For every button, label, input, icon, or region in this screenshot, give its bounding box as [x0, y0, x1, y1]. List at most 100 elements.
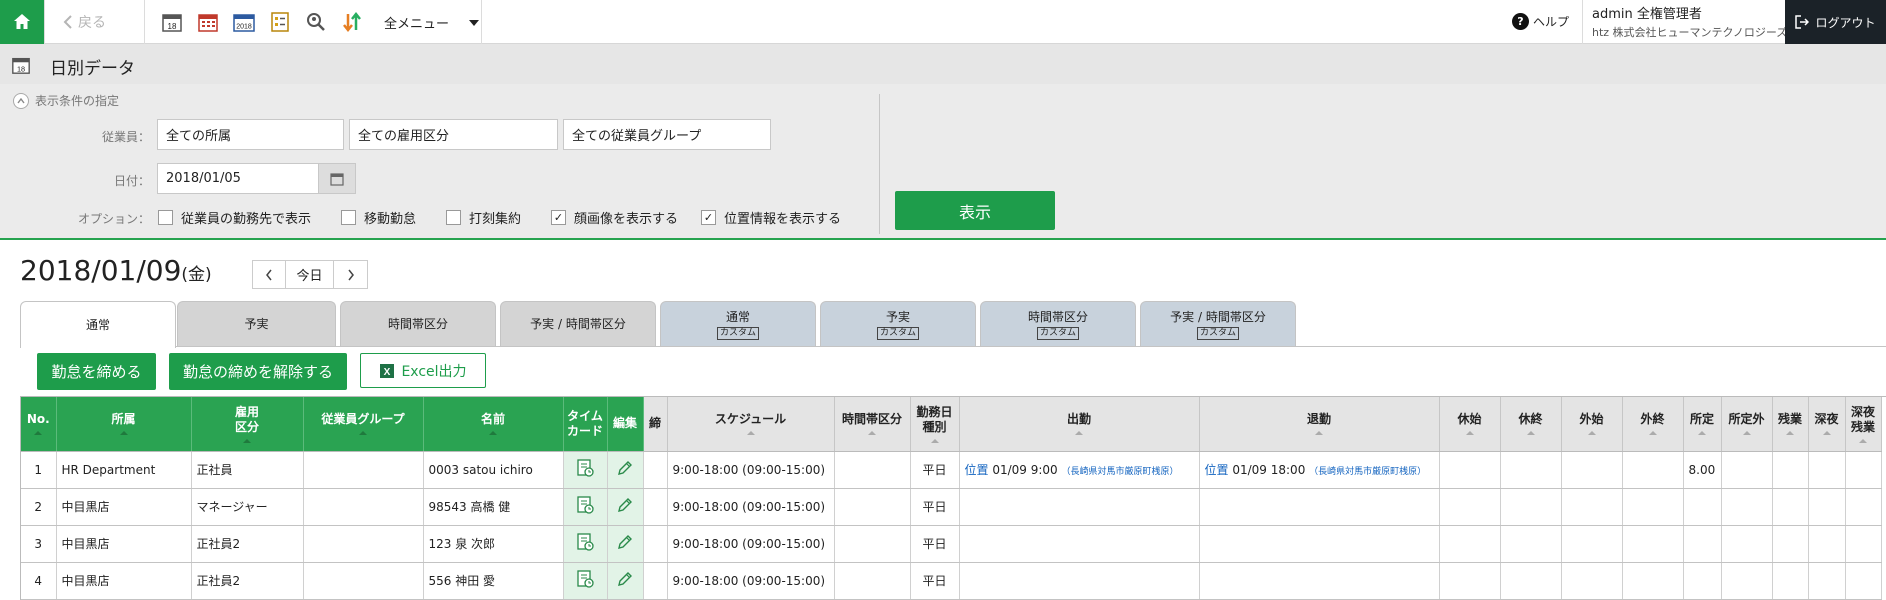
column-header-employee-group[interactable]: 従業員グループ: [303, 397, 424, 452]
edit-pencil-icon[interactable]: [616, 533, 634, 551]
column-header-late-night[interactable]: 深夜: [1808, 397, 1846, 452]
column-header-timecard[interactable]: タイム カード: [563, 397, 608, 452]
sort-icon[interactable]: [1315, 431, 1323, 436]
sort-icon[interactable]: [1075, 431, 1083, 436]
column-header-edit[interactable]: 編集: [607, 397, 644, 452]
excel-export-button[interactable]: X Excel出力: [360, 353, 486, 388]
sort-icon[interactable]: [119, 431, 128, 436]
tab-4[interactable]: 通常 カスタム: [660, 301, 816, 347]
prev-day-button[interactable]: [253, 261, 286, 288]
sort-icon[interactable]: [34, 431, 43, 436]
checkbox[interactable]: [341, 210, 356, 225]
column-header-employment-type[interactable]: 雇用 区分: [191, 397, 304, 452]
timecard-icon[interactable]: [575, 495, 595, 515]
column-header-overtime[interactable]: 残業: [1772, 397, 1809, 452]
edit-pencil-icon[interactable]: [616, 496, 634, 514]
column-header-department[interactable]: 所属: [56, 397, 192, 452]
sort-icon[interactable]: [930, 438, 939, 443]
clock-in-cell[interactable]: 位置 01/09 9:00 （長崎県対馬市厳原町桟原）: [959, 451, 1200, 489]
timecard-cell[interactable]: [563, 488, 608, 526]
help-link[interactable]: ? ヘルプ: [1512, 13, 1569, 30]
column-header-clock-out[interactable]: 退勤: [1199, 397, 1440, 452]
today-button[interactable]: 今日: [286, 261, 334, 288]
edit-pencil-icon[interactable]: [616, 459, 634, 477]
timecard-icon[interactable]: [575, 458, 595, 478]
column-header-schedule[interactable]: スケジュール: [667, 397, 835, 452]
option-show-location[interactable]: ✓ 位置情報を表示する: [701, 208, 841, 227]
home-button[interactable]: [0, 0, 44, 44]
timecard-icon[interactable]: [575, 569, 595, 589]
tab-6[interactable]: 時間帯区分 カスタム: [980, 301, 1136, 347]
column-header-non-fixed[interactable]: 所定外: [1721, 397, 1773, 452]
option-show-face-image[interactable]: ✓ 顔画像を表示する: [551, 208, 678, 227]
sort-icon[interactable]: [243, 438, 251, 443]
column-header-break-end[interactable]: 休終: [1500, 397, 1562, 452]
column-header-fixed[interactable]: 所定: [1683, 397, 1722, 452]
next-day-button[interactable]: [334, 261, 367, 288]
edit-cell[interactable]: [607, 451, 644, 489]
column-header-no[interactable]: No.: [21, 397, 57, 452]
search-person-icon[interactable]: [305, 11, 327, 33]
calendar-day-icon[interactable]: 18: [161, 11, 183, 33]
timecard-cell[interactable]: [563, 562, 608, 600]
option-show-workplace[interactable]: 従業員の勤務先で表示: [158, 208, 311, 227]
timecard-cell[interactable]: [563, 525, 608, 563]
timecard-icon[interactable]: [575, 532, 595, 552]
clock-out-cell[interactable]: 位置 01/09 18:00 （長崎県対馬市厳原町桟原）: [1199, 451, 1440, 489]
option-move-attendance[interactable]: 移動勤怠: [341, 208, 416, 227]
sort-icon[interactable]: [489, 431, 497, 436]
sort-icon[interactable]: [868, 431, 876, 436]
sort-icon[interactable]: [1742, 431, 1751, 436]
sort-icon[interactable]: [1526, 431, 1535, 436]
calendar-year-icon[interactable]: 2018: [233, 11, 255, 33]
department-select[interactable]: 全ての所属: [157, 119, 344, 150]
column-header-name[interactable]: 名前: [423, 397, 564, 452]
tab-7[interactable]: 予実 / 時間帯区分 カスタム: [1140, 301, 1296, 347]
employee-group-select[interactable]: 全ての従業員グループ: [563, 119, 771, 150]
sort-icon[interactable]: [359, 431, 367, 436]
show-button[interactable]: 表示: [895, 191, 1055, 230]
tab-0[interactable]: 通常: [20, 301, 176, 348]
sort-icon[interactable]: [1465, 431, 1474, 436]
sort-icon[interactable]: [1648, 431, 1657, 436]
checkbox-checked[interactable]: ✓: [551, 210, 566, 225]
conditions-toggle[interactable]: 表示条件の指定: [13, 92, 119, 109]
column-header-clock-in[interactable]: 出勤: [959, 397, 1200, 452]
column-header-out-end[interactable]: 外終: [1622, 397, 1684, 452]
timecard-cell[interactable]: [563, 451, 608, 489]
date-input[interactable]: 2018/01/05: [157, 163, 319, 194]
tab-3[interactable]: 予実 / 時間帯区分: [500, 301, 656, 347]
sort-icon[interactable]: [1786, 431, 1794, 436]
calendar-picker-button[interactable]: [318, 163, 356, 194]
employment-type-select[interactable]: 全ての雇用区分: [349, 119, 558, 150]
checkbox[interactable]: [446, 210, 461, 225]
checkbox-checked[interactable]: ✓: [701, 210, 716, 225]
unclose-attendance-button[interactable]: 勤怠の締めを解除する: [169, 353, 347, 390]
logout-button[interactable]: ログアウト: [1785, 0, 1886, 44]
sort-icon[interactable]: [1859, 438, 1867, 443]
checklist-icon[interactable]: [269, 11, 291, 33]
tab-5[interactable]: 予実 カスタム: [820, 301, 976, 347]
calendar-month-icon[interactable]: [197, 11, 219, 33]
option-stamp-aggregate[interactable]: 打刻集約: [446, 208, 521, 227]
edit-cell[interactable]: [607, 525, 644, 563]
sort-icon[interactable]: [1822, 431, 1831, 436]
column-header-time-zone[interactable]: 時間帯区分: [834, 397, 911, 452]
column-header-break-start[interactable]: 休始: [1439, 397, 1501, 452]
column-header-late-night-overtime[interactable]: 深夜 残業: [1845, 397, 1882, 452]
column-header-day-type[interactable]: 勤務日 種別: [910, 397, 960, 452]
tab-2[interactable]: 時間帯区分: [340, 301, 496, 347]
back-button[interactable]: 戻る: [62, 12, 106, 32]
sort-icon[interactable]: [1587, 431, 1596, 436]
checkbox[interactable]: [158, 210, 173, 225]
all-menu-dropdown[interactable]: 全メニュー: [384, 13, 480, 32]
tab-1[interactable]: 予実: [177, 301, 336, 347]
edit-cell[interactable]: [607, 488, 644, 526]
edit-pencil-icon[interactable]: [616, 570, 634, 588]
column-header-close[interactable]: 締: [643, 397, 668, 452]
column-header-out-start[interactable]: 外始: [1561, 397, 1623, 452]
sort-icon[interactable]: [746, 431, 755, 436]
sort-arrows-icon[interactable]: [341, 11, 363, 33]
edit-cell[interactable]: [607, 562, 644, 600]
close-attendance-button[interactable]: 勤怠を締める: [37, 353, 156, 390]
